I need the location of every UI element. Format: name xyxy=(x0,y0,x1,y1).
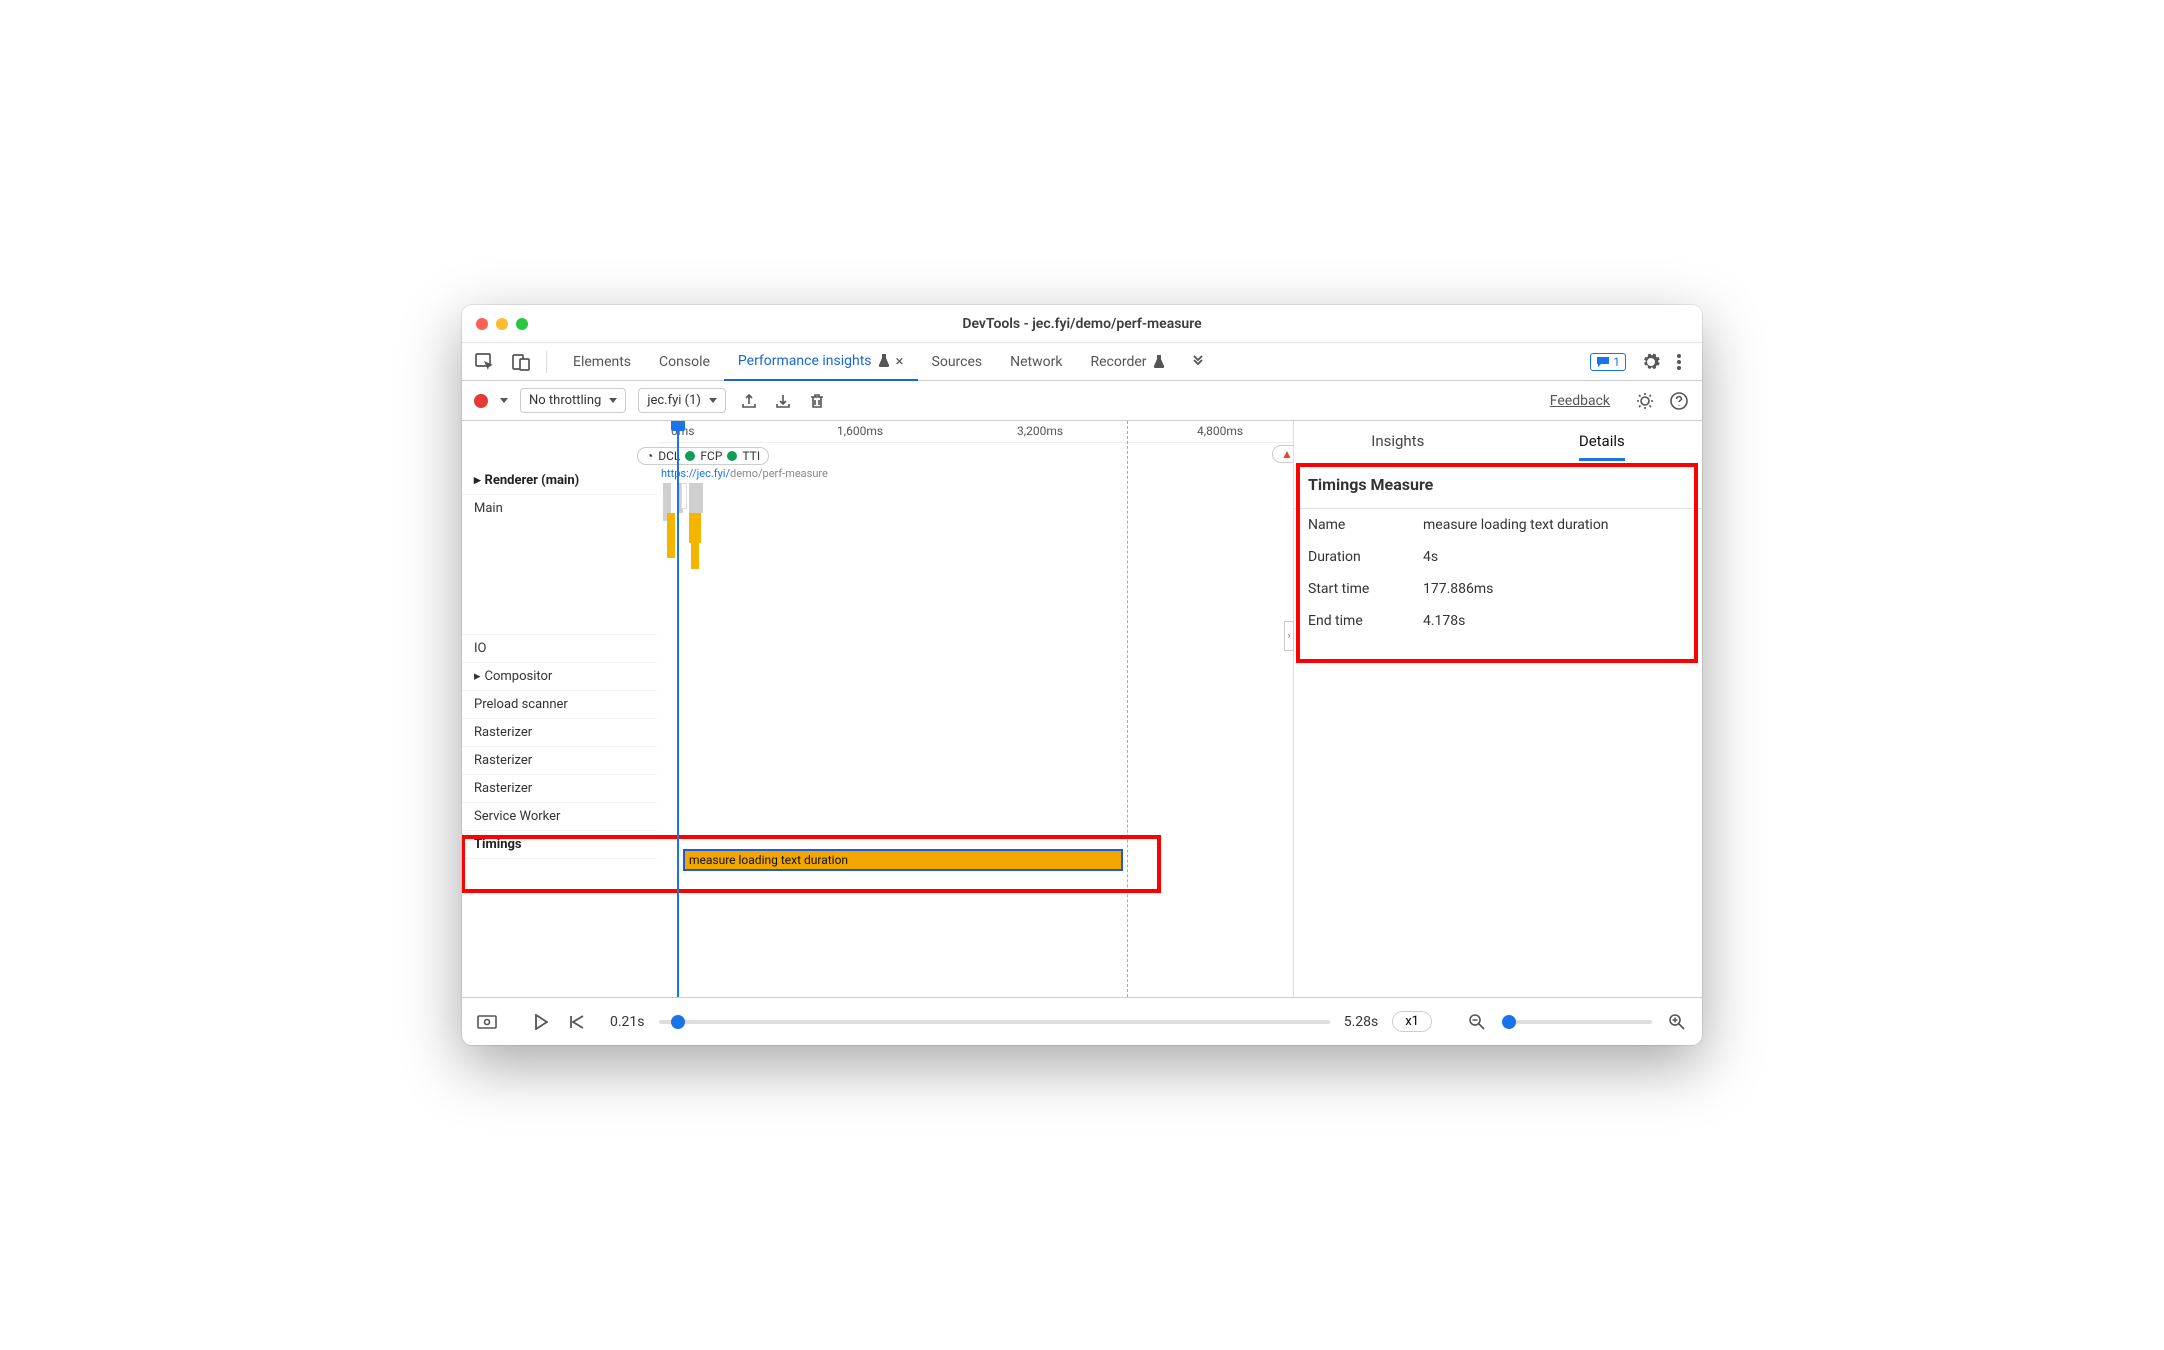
chat-icon xyxy=(1596,356,1610,368)
collapse-pane-icon[interactable]: › xyxy=(1284,621,1294,651)
record-button[interactable] xyxy=(474,394,488,408)
zoom-slider[interactable] xyxy=(1502,1020,1652,1024)
main-area: ▸Renderer (main) Main IO ▸Compositor Pre… xyxy=(462,421,1702,997)
inspect-element-icon[interactable] xyxy=(474,351,496,373)
devtools-window: DevTools - jec.fyi/demo/perf-measure Ele… xyxy=(462,305,1702,1045)
clock-icon: ◔ xyxy=(646,449,653,463)
tab-details[interactable]: Details xyxy=(1579,421,1625,461)
side-tabs: Insights Details xyxy=(1294,421,1702,461)
track-rasterizer-2[interactable]: Rasterizer xyxy=(462,747,657,775)
screenshot-toggle-icon[interactable] xyxy=(476,1011,498,1033)
track-labels: ▸Renderer (main) Main IO ▸Compositor Pre… xyxy=(462,421,657,997)
marker-lcp[interactable]: ▲ LCP xyxy=(1272,445,1294,463)
detail-row: Duration4s xyxy=(1294,541,1702,573)
details-title: Timings Measure xyxy=(1294,461,1702,509)
rewind-icon[interactable] xyxy=(566,1011,588,1033)
tab-insights[interactable]: Insights xyxy=(1371,421,1424,461)
track-service-worker[interactable]: Service Worker xyxy=(462,803,657,831)
detail-row: Namemeasure loading text duration xyxy=(1294,509,1702,541)
titlebar: DevTools - jec.fyi/demo/perf-measure xyxy=(462,305,1702,343)
warning-icon: ▲ xyxy=(1281,447,1293,461)
tab-sources[interactable]: Sources xyxy=(918,343,997,381)
kebab-menu-icon[interactable] xyxy=(1668,351,1690,373)
time-ruler[interactable]: 0ms 1,600ms 3,200ms 4,800ms xyxy=(657,421,1293,443)
zoom-in-icon[interactable] xyxy=(1666,1011,1688,1033)
settings-icon[interactable] xyxy=(1640,351,1662,373)
toolbar: No throttling jec.fyi (1) Feedback xyxy=(462,381,1702,421)
throttle-select[interactable]: No throttling xyxy=(520,388,626,413)
details-pane: › Insights Details Timings Measure Namem… xyxy=(1294,421,1702,997)
feedback-link[interactable]: Feedback xyxy=(1550,393,1610,409)
close-tab-icon[interactable]: × xyxy=(896,342,904,380)
timeline-pane[interactable]: ▸Renderer (main) Main IO ▸Compositor Pre… xyxy=(462,421,1294,997)
ruler-tick: 3,200ms xyxy=(1017,424,1063,438)
record-menu-icon[interactable] xyxy=(500,398,508,403)
track-renderer[interactable]: ▸Renderer (main) xyxy=(462,467,657,495)
tab-label: Performance insights xyxy=(738,342,872,380)
play-icon[interactable] xyxy=(530,1011,552,1033)
playhead[interactable] xyxy=(677,421,679,997)
track-rasterizer-3[interactable]: Rasterizer xyxy=(462,775,657,803)
track-compositor[interactable]: ▸Compositor xyxy=(462,663,657,691)
panel-settings-icon[interactable] xyxy=(1634,390,1656,412)
tab-recorder[interactable]: Recorder xyxy=(1076,343,1178,381)
recording-select[interactable]: jec.fyi (1) xyxy=(638,388,726,413)
time-start: 0.21s xyxy=(610,1014,645,1030)
time-slider[interactable] xyxy=(659,1020,1330,1024)
track-preload[interactable]: Preload scanner xyxy=(462,691,657,719)
ruler-tick: 4,800ms xyxy=(1197,424,1243,438)
dot-green-icon xyxy=(727,451,737,461)
tab-console[interactable]: Console xyxy=(645,343,724,381)
track-io[interactable]: IO xyxy=(462,635,657,663)
detail-row: End time4.178s xyxy=(1294,605,1702,637)
marker-group[interactable]: ◔ DCL FCP TTI xyxy=(637,447,769,465)
tab-performance-insights[interactable]: Performance insights × xyxy=(724,343,918,381)
delete-icon[interactable] xyxy=(806,390,828,412)
export-icon[interactable] xyxy=(738,390,760,412)
track-timings[interactable]: Timings xyxy=(462,831,657,859)
playback-footer: 0.21s 5.28s x1 xyxy=(462,997,1702,1045)
marker-row: ◔ DCL FCP TTI ▲ LCP xyxy=(657,443,1293,467)
dot-green-icon xyxy=(685,451,695,461)
url-strip: https://jec.fyi/demo/perf-measure xyxy=(657,467,1293,481)
flask-icon xyxy=(1153,355,1165,369)
main-tabs: Elements Console Performance insights × … xyxy=(462,343,1702,381)
more-tabs-icon[interactable] xyxy=(1187,351,1209,373)
window-title: DevTools - jec.fyi/demo/perf-measure xyxy=(462,316,1702,332)
issues-badge[interactable]: 1 xyxy=(1590,353,1626,371)
tab-elements[interactable]: Elements xyxy=(559,343,645,381)
help-icon[interactable] xyxy=(1668,390,1690,412)
zoom-out-icon[interactable] xyxy=(1466,1011,1488,1033)
device-toolbar-icon[interactable] xyxy=(510,351,532,373)
flask-icon xyxy=(878,354,890,368)
ruler-tick: 1,600ms xyxy=(837,424,883,438)
detail-row: Start time177.886ms xyxy=(1294,573,1702,605)
speed-toggle[interactable]: x1 xyxy=(1392,1011,1432,1032)
tab-network[interactable]: Network xyxy=(996,343,1076,381)
track-rasterizer-1[interactable]: Rasterizer xyxy=(462,719,657,747)
time-end: 5.28s xyxy=(1344,1014,1379,1030)
track-main[interactable]: Main xyxy=(462,495,657,635)
import-icon[interactable] xyxy=(772,390,794,412)
track-area[interactable]: 0ms 1,600ms 3,200ms 4,800ms ◔ DCL FCP TT… xyxy=(657,421,1293,997)
